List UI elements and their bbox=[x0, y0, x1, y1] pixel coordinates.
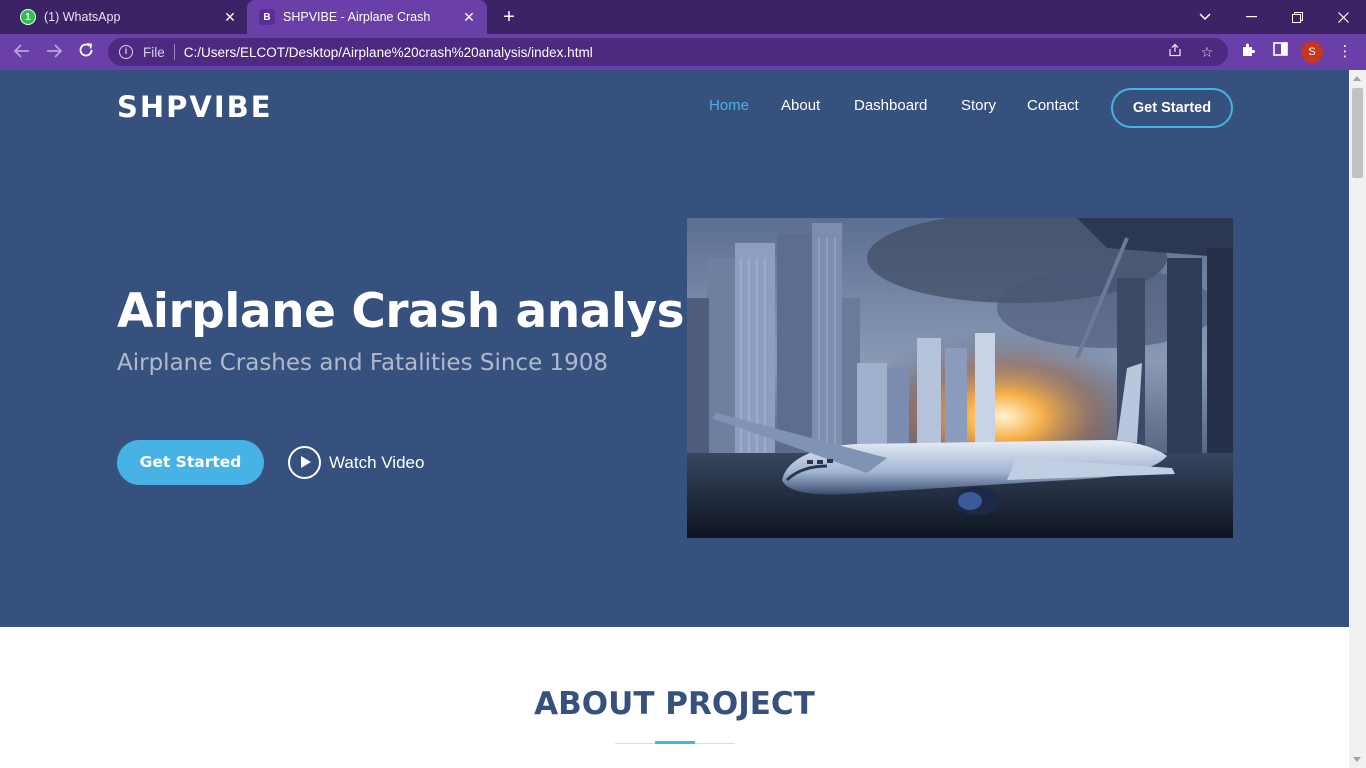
whatsapp-icon: 1 bbox=[20, 9, 36, 25]
reload-icon bbox=[79, 43, 93, 57]
about-section-title: ABOUT PROJECT bbox=[534, 686, 815, 722]
restore-button[interactable] bbox=[1274, 0, 1320, 34]
scroll-up-arrow-icon[interactable] bbox=[1353, 76, 1361, 81]
profile-avatar[interactable]: S bbox=[1301, 41, 1323, 63]
minimize-icon bbox=[1245, 16, 1257, 18]
restore-icon bbox=[1291, 11, 1303, 23]
share-glyph bbox=[1169, 43, 1181, 57]
bookmark-star-icon[interactable]: ☆ bbox=[1198, 43, 1216, 61]
tab-title: (1) WhatsApp bbox=[44, 10, 121, 24]
hero-subtitle: Airplane Crashes and Fatalities Since 19… bbox=[117, 350, 609, 376]
close-tab-icon[interactable]: ✕ bbox=[222, 9, 238, 25]
page-scrollbar[interactable] bbox=[1349, 70, 1366, 768]
nav-contact[interactable]: Contact bbox=[1027, 97, 1079, 114]
hero-section: SHPVIBE Home About Dashboard Story Conta… bbox=[0, 70, 1349, 627]
browser-toolbar: i File C:/Users/ELCOT/Desktop/Airplane%2… bbox=[0, 34, 1366, 70]
hero-image-crashed-airplane-city bbox=[687, 218, 1233, 538]
site-logo[interactable]: SHPVIBE bbox=[117, 90, 273, 124]
share-icon[interactable] bbox=[1166, 43, 1184, 61]
extensions-icon[interactable] bbox=[1238, 42, 1258, 62]
nav-get-started-button[interactable]: Get Started bbox=[1111, 88, 1233, 128]
nav-dashboard[interactable]: Dashboard bbox=[854, 97, 927, 114]
panel-glyph bbox=[1272, 42, 1288, 56]
close-icon bbox=[1337, 11, 1349, 23]
puzzle-glyph bbox=[1243, 43, 1255, 56]
close-tab-icon[interactable]: ✕ bbox=[461, 9, 477, 25]
minimize-button[interactable] bbox=[1228, 0, 1274, 34]
tab-shpvibe[interactable]: B SHPVIBE - Airplane Crash ✕ bbox=[247, 0, 487, 34]
info-icon[interactable]: i bbox=[119, 45, 133, 59]
hero-get-started-button[interactable]: Get Started bbox=[117, 440, 264, 485]
divider bbox=[173, 44, 175, 60]
new-tab-button[interactable]: + bbox=[498, 6, 520, 28]
web-page: SHPVIBE Home About Dashboard Story Conta… bbox=[0, 70, 1349, 768]
close-window-button[interactable] bbox=[1320, 0, 1366, 34]
watch-video-label: Watch Video bbox=[329, 452, 425, 472]
browser-menu-icon[interactable]: ⋮ bbox=[1335, 42, 1355, 62]
tab-title: SHPVIBE - Airplane Crash bbox=[283, 10, 431, 24]
url-text[interactable]: C:/Users/ELCOT/Desktop/Airplane%20crash%… bbox=[184, 45, 593, 60]
arrow-left-icon bbox=[13, 44, 29, 58]
nav-home[interactable]: Home bbox=[709, 97, 749, 114]
chevron-down-icon bbox=[1199, 13, 1211, 21]
tab-search-button[interactable] bbox=[1182, 0, 1228, 34]
nav-story[interactable]: Story bbox=[961, 97, 996, 114]
side-panel-icon[interactable] bbox=[1270, 42, 1290, 62]
scrollbar-thumb[interactable] bbox=[1352, 88, 1363, 178]
back-button[interactable] bbox=[10, 41, 34, 63]
reload-button[interactable] bbox=[74, 41, 98, 63]
forward-button[interactable] bbox=[42, 41, 66, 63]
hero-title: Airplane Crash analysis bbox=[117, 284, 728, 339]
nav-about[interactable]: About bbox=[781, 97, 820, 114]
address-bar[interactable]: i File C:/Users/ELCOT/Desktop/Airplane%2… bbox=[108, 38, 1228, 66]
scheme-label: File bbox=[143, 44, 165, 60]
airplane-crash-illustration bbox=[687, 218, 1233, 538]
tab-whatsapp[interactable]: 1 (1) WhatsApp ✕ bbox=[12, 0, 248, 34]
title-accent-bar bbox=[655, 741, 695, 744]
browser-tab-strip: 1 (1) WhatsApp ✕ B SHPVIBE - Airplane Cr… bbox=[0, 0, 1366, 34]
scroll-down-arrow-icon[interactable] bbox=[1353, 757, 1361, 762]
play-circle-icon bbox=[288, 446, 321, 479]
bootstrap-icon: B bbox=[259, 9, 275, 25]
watch-video-button[interactable]: Watch Video bbox=[288, 446, 424, 479]
arrow-right-icon bbox=[47, 44, 63, 58]
